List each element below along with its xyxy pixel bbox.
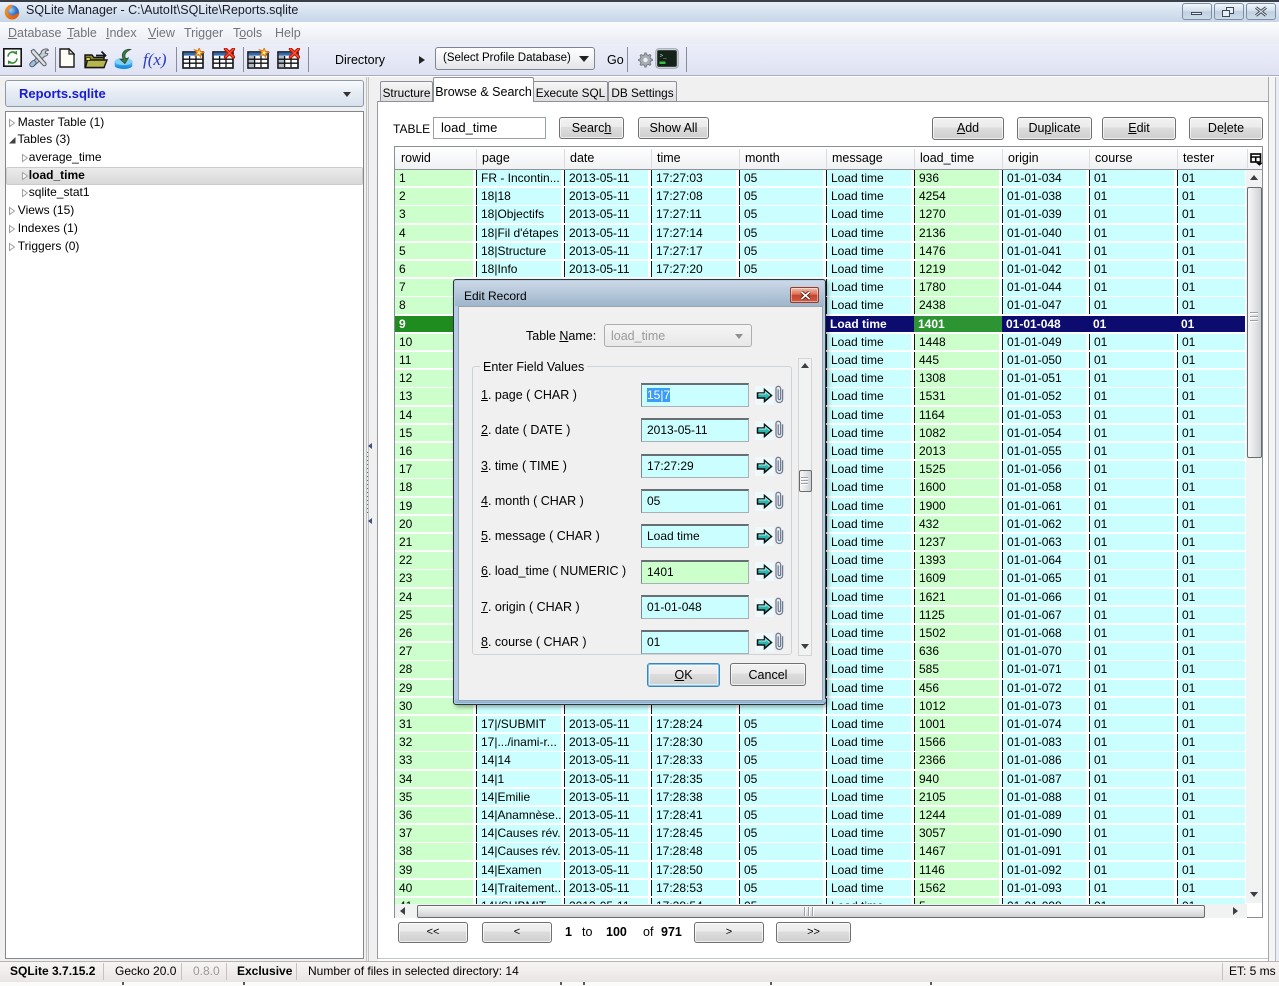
svg-text:>_: >_ <box>660 53 668 60</box>
